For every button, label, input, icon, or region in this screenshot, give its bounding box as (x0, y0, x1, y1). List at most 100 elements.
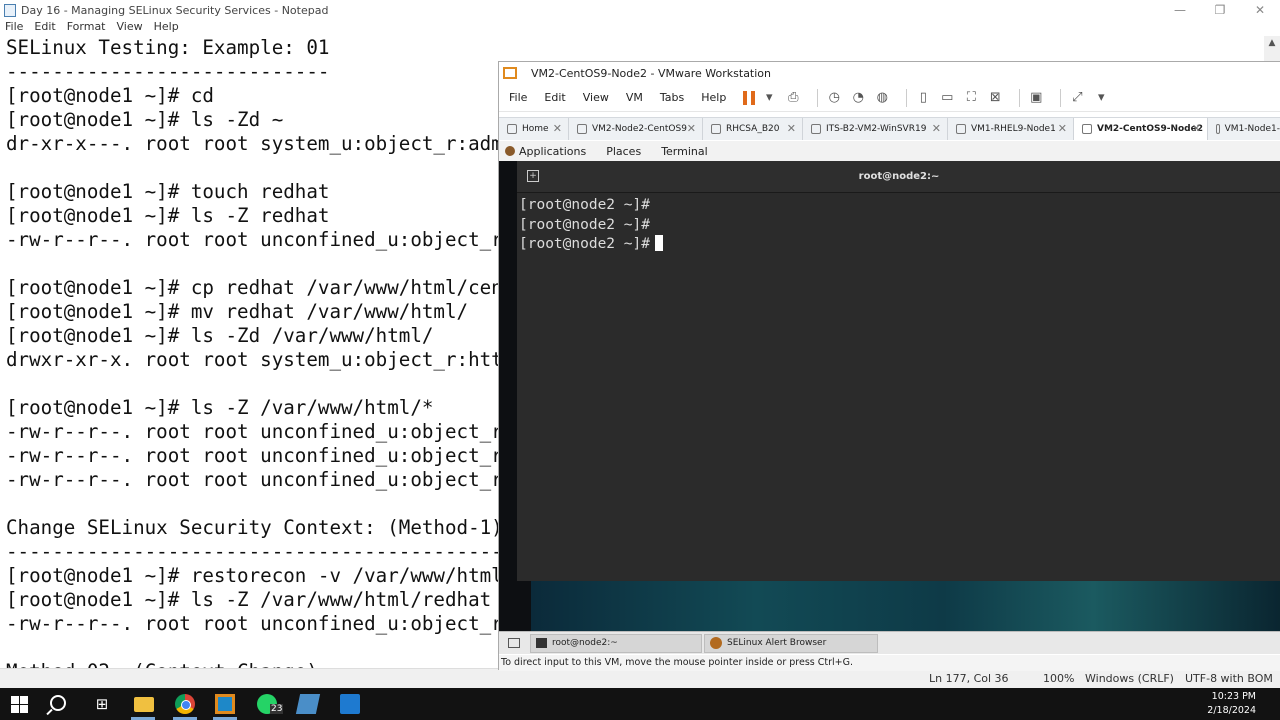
notepad-line (6, 636, 500, 660)
close-icon[interactable]: ✕ (553, 122, 562, 135)
terminal-window[interactable]: + root@node2:~ [root@node2 ~]# [root@node… (517, 161, 1280, 581)
notepad-line: [root@node1 ~]# ls -Z /var/www/html/* (6, 396, 434, 419)
notepad-line: -rw-r--r--. root root unconfined_u:objec… (6, 228, 500, 251)
vm-tab-label: VM2-CentOS9-Node2 (1097, 124, 1203, 134)
file-explorer-icon[interactable] (134, 697, 154, 712)
toolbar-separator (1019, 88, 1021, 107)
app-icon[interactable] (295, 694, 321, 714)
app-icon[interactable] (340, 694, 360, 714)
notepad-line: SELinux Testing: Example: 01 (6, 36, 330, 59)
notepad-line: ---------------------------- (6, 60, 330, 83)
vm-tab-vm2-node2-centos9[interactable]: VM2-Node2-CentOS9 ✕ (569, 118, 703, 140)
vm-icon (711, 124, 721, 134)
menu-file[interactable]: File (5, 20, 23, 36)
guest-task-terminal[interactable]: root@node2:~ (530, 633, 702, 653)
close-icon[interactable]: ✕ (687, 122, 696, 135)
guest-menu-terminal[interactable]: Terminal (661, 145, 708, 158)
notepad-text-area[interactable]: SELinux Testing: Example: 01 ------------… (6, 36, 500, 668)
vm-tab-label: Home (522, 124, 549, 134)
vm-tab-label: ITS-B2-VM2-WinSVR19 (826, 124, 927, 134)
thumbnail-bar-icon[interactable]: ▭ (939, 90, 955, 106)
toolbar-separator (817, 88, 819, 107)
vm-menu-vm[interactable]: VM (626, 91, 643, 104)
notepad-line: Change SELinux Security Context: (Method… (6, 516, 500, 539)
menu-help[interactable]: Help (154, 20, 179, 36)
send-ctrl-alt-del-icon[interactable]: ⎙ (785, 90, 801, 106)
chevron-down-icon[interactable]: ▾ (1093, 90, 1109, 106)
terminal-cursor (654, 235, 663, 251)
vm-tab-rhcsa-b20[interactable]: RHCSA_B20 ✕ (703, 118, 803, 140)
chrome-icon[interactable] (175, 694, 195, 714)
vm-tab-its-b2-vm2-winsvr19[interactable]: ITS-B2-VM2-WinSVR19 ✕ (803, 118, 948, 140)
vm-menu-edit[interactable]: Edit (544, 91, 565, 104)
notepad-line: [root@node1 ~]# restorecon -v /var/www/h… (6, 564, 500, 587)
vm-menu-help[interactable]: Help (701, 91, 726, 104)
close-icon[interactable]: ✕ (1058, 122, 1067, 135)
minimize-button[interactable]: — (1160, 0, 1200, 20)
clock-date: 2/18/2024 (1207, 705, 1256, 716)
stretch-guest-icon[interactable]: ⤢ (1069, 90, 1085, 106)
menu-view[interactable]: View (117, 20, 143, 36)
vm-tab-label: RHCSA_B20 (726, 124, 780, 134)
full-screen-icon[interactable]: ⛶ (963, 90, 979, 106)
chevron-down-icon[interactable]: ▾ (761, 90, 777, 106)
revert-snapshot-icon[interactable]: ◔ (850, 90, 866, 106)
vm-tab-label: VM1-RHEL9-Node1 (971, 124, 1056, 134)
menu-edit[interactable]: Edit (34, 20, 55, 36)
close-button[interactable]: ✕ (1240, 0, 1280, 20)
scroll-up-arrow-icon[interactable]: ▲ (1264, 36, 1280, 50)
snapshot-icon[interactable]: ◷ (826, 90, 842, 106)
close-icon[interactable]: ✕ (1192, 122, 1201, 135)
vm-menu-file[interactable]: File (509, 91, 527, 104)
pause-icon[interactable] (743, 90, 756, 105)
menu-format[interactable]: Format (67, 20, 106, 36)
restore-button[interactable]: ❐ (1200, 0, 1240, 20)
encoding: UTF-8 with BOM (1185, 672, 1273, 685)
snapshot-manager-icon[interactable]: ◍ (874, 90, 890, 106)
vmware-icon[interactable] (215, 694, 235, 714)
terminal-output[interactable]: [root@node2 ~]# [root@node2 ~]# [root@node… (517, 193, 1280, 255)
selinux-alert-icon (710, 637, 722, 649)
show-desktop-icon[interactable] (508, 638, 520, 648)
guest-task-selinux-alert[interactable]: SELinux Alert Browser (704, 633, 878, 653)
library-view-icon[interactable]: ▯ (915, 90, 931, 106)
vm-tab-vm1-rhel9-node1[interactable]: VM1-RHEL9-Node1 ✕ (948, 118, 1074, 140)
notepad-line: -rw-r--r--. root root unconfined_u:objec… (6, 420, 500, 443)
close-icon[interactable]: ✕ (932, 122, 941, 135)
guest-menu-applications[interactable]: Applications (519, 145, 586, 158)
windows-start-icon[interactable] (11, 696, 28, 713)
system-clock[interactable]: 10:23 PM 2/18/2024 (1207, 690, 1256, 718)
guest-task-label: root@node2:~ (552, 638, 618, 648)
terminal-line: [root@node2 ~]# (519, 216, 650, 233)
vm-tab-vm1-node1[interactable]: VM1-Node1- (1208, 118, 1280, 140)
search-icon[interactable] (50, 695, 66, 711)
notepad-line: Method-02: (Context Change) (6, 660, 500, 668)
notepad-line: [root@node1 ~]# mv redhat /var/www/html/ (6, 300, 469, 323)
notification-badge: 23 (270, 704, 284, 714)
vm-tab-vm2-centos9-node2[interactable]: VM2-CentOS9-Node2 ✕ (1074, 118, 1208, 140)
guest-menu-places[interactable]: Places (606, 145, 641, 158)
notepad-line: [root@node1 ~]# ls -Zd ~ (6, 108, 284, 131)
notepad-icon (4, 3, 16, 17)
unity-icon[interactable]: ⊠ (987, 90, 1003, 106)
vm-menu-tabs[interactable]: Tabs (660, 91, 684, 104)
vm-icon (811, 124, 821, 134)
notepad-line: drwxr-xr-x. root root system_u:object_r:… (6, 348, 500, 371)
vmware-title: VM2-CentOS9-Node2 - VMware Workstation (531, 66, 772, 80)
vmware-toolbar: File Edit View VM Tabs Help ▾ ⎙ ◷ ◔ ◍ ▯ … (499, 84, 1280, 112)
task-view-icon[interactable]: ⊞ (92, 694, 112, 714)
notepad-title: Day 16 - Managing SELinux Security Servi… (21, 3, 329, 17)
vmware-titlebar: VM2-CentOS9-Node2 - VMware Workstation (499, 62, 1280, 84)
vm-icon (1216, 124, 1220, 134)
console-view-icon[interactable]: ▣ (1028, 90, 1044, 106)
notepad-line: ----------------------------------------… (6, 540, 500, 563)
vm-tab-home[interactable]: Home ✕ (499, 118, 569, 140)
vm-tab-label: VM1-Node1- (1224, 124, 1280, 134)
notepad-line: [root@node1 ~]# ls -Z /var/www/html/redh… (6, 588, 492, 611)
notepad-line (6, 492, 500, 516)
close-icon[interactable]: ✕ (787, 122, 796, 135)
vm-menu-view[interactable]: View (583, 91, 609, 104)
terminal-icon (536, 638, 547, 648)
line-ending: Windows (CRLF) (1085, 672, 1174, 685)
guest-screen[interactable]: + root@node2:~ [root@node2 ~]# [root@node… (499, 161, 1280, 631)
